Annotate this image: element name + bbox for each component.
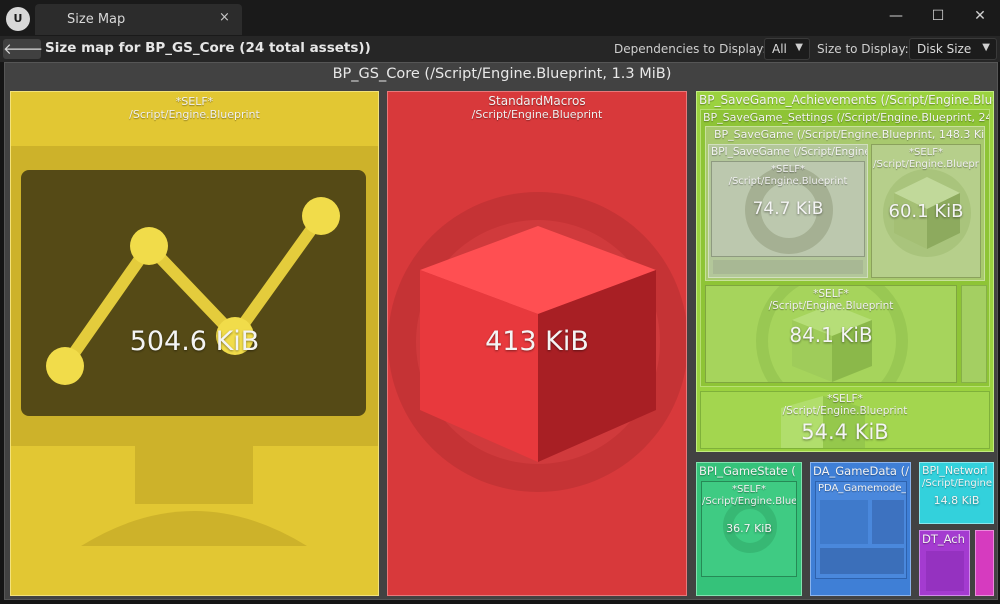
node-size: 36.7 KiB xyxy=(726,522,772,535)
node-header: DT_Ach xyxy=(922,532,965,546)
treemap-node-savegame-achievements[interactable]: BP_SaveGame_Achievements (/Script/Engine… xyxy=(696,91,994,452)
treemap-node-self[interactable]: *SELF* /Script/Engine.Blueprint 504.6 Ki… xyxy=(10,91,379,596)
node-size: 84.1 KiB xyxy=(789,323,873,347)
treemap-node-self[interactable]: *SELF* /Script/Engine.Blueprint 84.1 KiB xyxy=(705,285,957,383)
tab-size-map[interactable]: Size Map × xyxy=(35,4,242,35)
node-name: *SELF* xyxy=(771,164,805,175)
node-header: BPI_Networl xyxy=(922,464,988,477)
treemap-node-dt-ach[interactable]: DT_Ach xyxy=(919,530,970,596)
node-class: /Script/Engine.Blueprint xyxy=(728,176,848,187)
maximize-button[interactable]: ☐ xyxy=(926,6,950,26)
treemap-node-savegame-settings[interactable]: BP_SaveGame_Settings (/Script/Engine.Blu… xyxy=(700,109,990,387)
node-class: /Script/Engine.Blueprint xyxy=(129,108,260,121)
root-node-title: BP_GS_Core (/Script/Engine.Blueprint, 1.… xyxy=(332,66,672,82)
node-size: 54.4 KiB xyxy=(801,420,889,444)
treemap-node-bpi-savegame[interactable]: BPI_SaveGame (/Script/Engine *SELF* /Scr… xyxy=(708,144,868,278)
node-name: *SELF* xyxy=(827,393,863,405)
size-to-display-dropdown[interactable]: Disk Size ▼ xyxy=(909,38,997,60)
node-name: *SELF* xyxy=(732,484,766,495)
chevron-down-icon: ▼ xyxy=(795,42,803,53)
size-to-display-label: Size to Display: xyxy=(817,42,909,56)
node-header: PDA_Gamemode_I xyxy=(818,483,907,494)
data-table-icon xyxy=(926,551,964,591)
size-to-display-value: Disk Size xyxy=(917,42,972,56)
tab-label: Size Map xyxy=(67,12,126,27)
node-size: 504.6 KiB xyxy=(129,326,260,357)
minimize-button[interactable]: — xyxy=(884,6,908,26)
treemap-node-small[interactable] xyxy=(975,530,994,596)
node-name: *SELF* xyxy=(175,95,214,108)
small-dependencies-strip xyxy=(713,260,863,274)
node-header: DA_GameData (/ xyxy=(813,464,909,478)
node-header: BP_SaveGame_Settings (/Script/Engine.Blu… xyxy=(703,111,990,124)
treemap-node-self[interactable]: *SELF* /Script/Engine.Blue 36.7 KiB xyxy=(701,481,797,577)
node-header: BPI_SaveGame (/Script/Engine xyxy=(711,146,868,158)
small-dependencies-strip xyxy=(820,548,904,574)
title-bar: U Size Map × — ☐ ✕ xyxy=(0,0,1000,36)
small-dependencies-strip xyxy=(872,500,904,544)
node-size: 60.1 KiB xyxy=(888,201,964,222)
treemap-node-self[interactable]: *SELF* /Script/Engine.Bluepr 60.1 KiB xyxy=(871,144,981,278)
node-header: BPI_GameState ( xyxy=(699,464,796,478)
back-arrow-icon[interactable]: 🡐 xyxy=(3,39,43,59)
node-name: *SELF* xyxy=(813,288,849,300)
node-class: /Script/Engine.Blueprint xyxy=(768,300,894,312)
node-name: StandardMacros xyxy=(488,94,586,108)
size-map-canvas[interactable]: BP_GS_Core (/Script/Engine.Blueprint, 1.… xyxy=(4,62,998,600)
chevron-down-icon: ▼ xyxy=(982,42,990,53)
toolbar: 🡐 Size map for BP_GS_Core (24 total asse… xyxy=(0,36,1000,62)
treemap-node-bpi-gamestate[interactable]: BPI_GameState ( *SELF* /Script/Engine.Bl… xyxy=(696,462,802,596)
node-header: BP_SaveGame (/Script/Engine.Blueprint, 1… xyxy=(714,128,985,141)
treemap-node-standardmacros[interactable]: StandardMacros /Script/Engine.Blueprint … xyxy=(387,91,687,596)
node-size: 413 KiB xyxy=(485,326,589,357)
node-class: /Script/Engine.Blue xyxy=(702,496,797,507)
treemap-node-pda-gamemode[interactable]: PDA_Gamemode_I xyxy=(815,481,907,579)
treemap-node-self[interactable]: *SELF* /Script/Engine.Blueprint 74.7 KiB xyxy=(711,161,865,257)
unreal-logo-icon: U xyxy=(6,7,30,31)
treemap-node-da-gamedata[interactable]: DA_GameData (/ PDA_Gamemode_I xyxy=(810,462,911,596)
close-window-button[interactable]: ✕ xyxy=(968,6,992,26)
page-title: Size map for BP_GS_Core (24 total assets… xyxy=(45,40,371,56)
small-dependencies-strip xyxy=(961,285,987,383)
node-class: /Script/Engine xyxy=(922,478,993,489)
node-class: /Script/Engine.Bluepr xyxy=(873,159,979,170)
blueprint-monitor-icon xyxy=(11,146,378,546)
data-asset-icon xyxy=(820,500,868,544)
dependencies-dropdown[interactable]: All ▼ xyxy=(764,38,810,60)
treemap-node-bpi-network[interactable]: BPI_Networl /Script/Engine 14.8 KiB xyxy=(919,462,994,524)
node-size: 74.7 KiB xyxy=(752,199,824,219)
node-class: /Script/Engine.Blueprint xyxy=(782,405,908,417)
node-size: 14.8 KiB xyxy=(933,494,980,507)
treemap-node-savegame[interactable]: BP_SaveGame (/Script/Engine.Blueprint, 1… xyxy=(705,126,985,281)
tab-close-icon[interactable]: × xyxy=(219,10,230,25)
node-name: *SELF* xyxy=(909,147,943,158)
node-class: /Script/Engine.Blueprint xyxy=(471,108,603,121)
dependencies-label: Dependencies to Display: xyxy=(614,42,767,56)
dependencies-value: All xyxy=(772,42,787,56)
treemap-node-self[interactable]: *SELF* /Script/Engine.Blueprint 54.4 KiB xyxy=(700,391,990,449)
node-header: BP_SaveGame_Achievements (/Script/Engine… xyxy=(699,93,994,107)
